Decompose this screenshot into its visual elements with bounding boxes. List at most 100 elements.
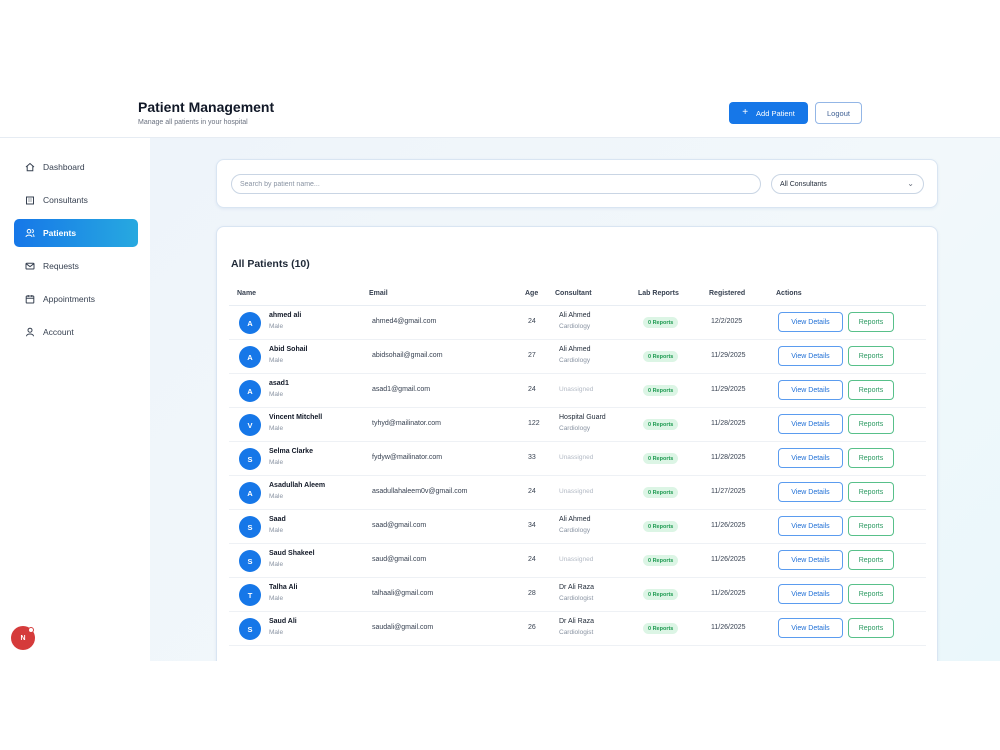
consultant-select-value: All Consultants	[780, 180, 827, 188]
top-header: Patient Management Manage all patients i…	[0, 88, 1000, 138]
patient-age: 24	[528, 386, 536, 393]
consultant-specialty: Cardiology	[559, 357, 591, 364]
patient-email: talhaali@gmail.com	[372, 590, 434, 597]
table-row: V Vincent Mitchell Male tyhyd@mailinator.co…	[229, 408, 926, 442]
patient-avatar: A	[239, 312, 261, 334]
patient-gender: Male	[269, 561, 284, 568]
reports-button[interactable]: Reports	[848, 584, 894, 604]
page-title: Patient Management	[138, 99, 275, 115]
column-header-lab-reports: Lab Reports	[638, 290, 679, 297]
lab-reports-badge: 0 Reports	[643, 419, 679, 430]
reports-button[interactable]: Reports	[848, 618, 894, 638]
patient-email: asadullahaleem0v@gmail.com	[372, 488, 468, 495]
filter-card: All Consultants ⌄	[216, 159, 938, 208]
patient-gender: Male	[269, 357, 284, 364]
consultant-name: Ali Ahmed	[559, 312, 591, 319]
patient-age: 122	[528, 420, 540, 427]
patient-name: Asadullah Aleem	[269, 482, 326, 489]
sidebar-item-label: Consultants	[43, 195, 88, 205]
add-patient-button[interactable]: + Add Patient	[729, 102, 808, 124]
sidebar-item-consultants[interactable]: Consultants	[14, 186, 138, 214]
table-title: All Patients (10)	[231, 258, 310, 270]
patient-avatar: S	[239, 550, 261, 572]
table-row: S Saad Male saad@gmail.com 34 Ali Ahmed Cardio…	[229, 510, 926, 544]
reports-button[interactable]: Reports	[848, 482, 894, 502]
view-details-button[interactable]: View Details	[778, 346, 843, 366]
reports-button[interactable]: Reports	[848, 414, 894, 434]
patient-avatar: A	[239, 346, 261, 368]
patient-age: 28	[528, 590, 536, 597]
patient-avatar: S	[239, 448, 261, 470]
reports-button[interactable]: Reports	[848, 346, 894, 366]
user-icon	[25, 327, 35, 337]
view-details-button[interactable]: View Details	[778, 414, 843, 434]
patient-gender: Male	[269, 629, 284, 636]
view-details-button[interactable]: View Details	[778, 550, 843, 570]
user-avatar[interactable]: N	[11, 626, 35, 650]
patient-gender: Male	[269, 425, 284, 432]
patient-age: 34	[528, 522, 536, 529]
patient-name: Saud Ali	[269, 618, 297, 625]
patient-name: Saad	[269, 516, 286, 523]
reports-button[interactable]: Reports	[848, 312, 894, 332]
sidebar-item-dashboard[interactable]: Dashboard	[14, 153, 138, 181]
reports-button[interactable]: Reports	[848, 516, 894, 536]
view-details-button[interactable]: View Details	[778, 516, 843, 536]
plus-icon: +	[742, 107, 749, 118]
app-window: Patient Management Manage all patients i…	[0, 88, 1000, 661]
reports-button[interactable]: Reports	[848, 448, 894, 468]
sidebar-item-appointments[interactable]: Appointments	[14, 285, 138, 313]
view-details-button[interactable]: View Details	[778, 448, 843, 468]
search-input[interactable]	[231, 174, 761, 194]
table-row: S Selma Clarke Male fydyw@mailinator.com 33 U…	[229, 442, 926, 476]
sidebar-item-label: Patients	[43, 228, 77, 238]
consultant-specialty: Cardiology	[559, 425, 591, 432]
reports-button[interactable]: Reports	[848, 550, 894, 570]
calendar-icon	[25, 294, 35, 304]
patient-email: saudali@gmail.com	[372, 624, 434, 631]
logout-button[interactable]: Logout	[815, 102, 862, 124]
sidebar-item-patients[interactable]: Patients	[14, 219, 138, 247]
registered-date: 11/26/2025	[711, 522, 746, 529]
patient-name: asad1	[269, 380, 289, 387]
view-details-button[interactable]: View Details	[778, 312, 843, 332]
patient-name: Talha Ali	[269, 584, 298, 591]
patient-email: abidsohail@gmail.com	[372, 352, 443, 359]
table-row: A Asadullah Aleem Male asadullahaleem0v@gma…	[229, 476, 926, 510]
patient-age: 33	[528, 454, 536, 461]
mail-icon	[25, 261, 35, 271]
patient-name: Selma Clarke	[269, 448, 313, 455]
patient-email: asad1@gmail.com	[372, 386, 431, 393]
table-row: S Saud Ali Male saudali@gmail.com 26 Dr Ali R…	[229, 612, 926, 646]
patient-age: 24	[528, 556, 536, 563]
lab-reports-badge: 0 Reports	[643, 351, 679, 362]
view-details-button[interactable]: View Details	[778, 584, 843, 604]
registered-date: 11/29/2025	[711, 352, 746, 359]
patient-gender: Male	[269, 391, 284, 398]
consultant-name: Ali Ahmed	[559, 516, 591, 523]
sidebar-item-requests[interactable]: Requests	[14, 252, 138, 280]
registered-date: 11/26/2025	[711, 624, 746, 631]
lab-reports-badge: 0 Reports	[643, 623, 679, 634]
consultant-unassigned: Unassigned	[559, 454, 594, 461]
view-details-button[interactable]: View Details	[778, 482, 843, 502]
column-header-email: Email	[369, 290, 388, 297]
patient-name: Vincent Mitchell	[269, 414, 323, 421]
consultant-filter-select[interactable]: All Consultants ⌄	[771, 174, 924, 194]
reports-button[interactable]: Reports	[848, 380, 894, 400]
patient-gender: Male	[269, 595, 284, 602]
table-row: S Saud Shakeel Male saud@gmail.com 24 Unassig…	[229, 544, 926, 578]
consultant-name: Ali Ahmed	[559, 346, 591, 353]
column-header-age: Age	[525, 290, 539, 297]
patient-avatar: S	[239, 516, 261, 538]
sidebar-item-account[interactable]: Account	[14, 318, 138, 346]
consultant-name: Dr Ali Raza	[559, 618, 595, 625]
view-details-button[interactable]: View Details	[778, 618, 843, 638]
view-details-button[interactable]: View Details	[778, 380, 843, 400]
registered-date: 11/27/2025	[711, 488, 746, 495]
sidebar-item-label: Requests	[43, 261, 79, 271]
patient-avatar: A	[239, 380, 261, 402]
consultant-name: Dr Ali Raza	[559, 584, 595, 591]
add-patient-label: Add Patient	[756, 108, 795, 118]
patients-table-card: All Patients (10) Name Email Age Consult…	[216, 226, 938, 661]
